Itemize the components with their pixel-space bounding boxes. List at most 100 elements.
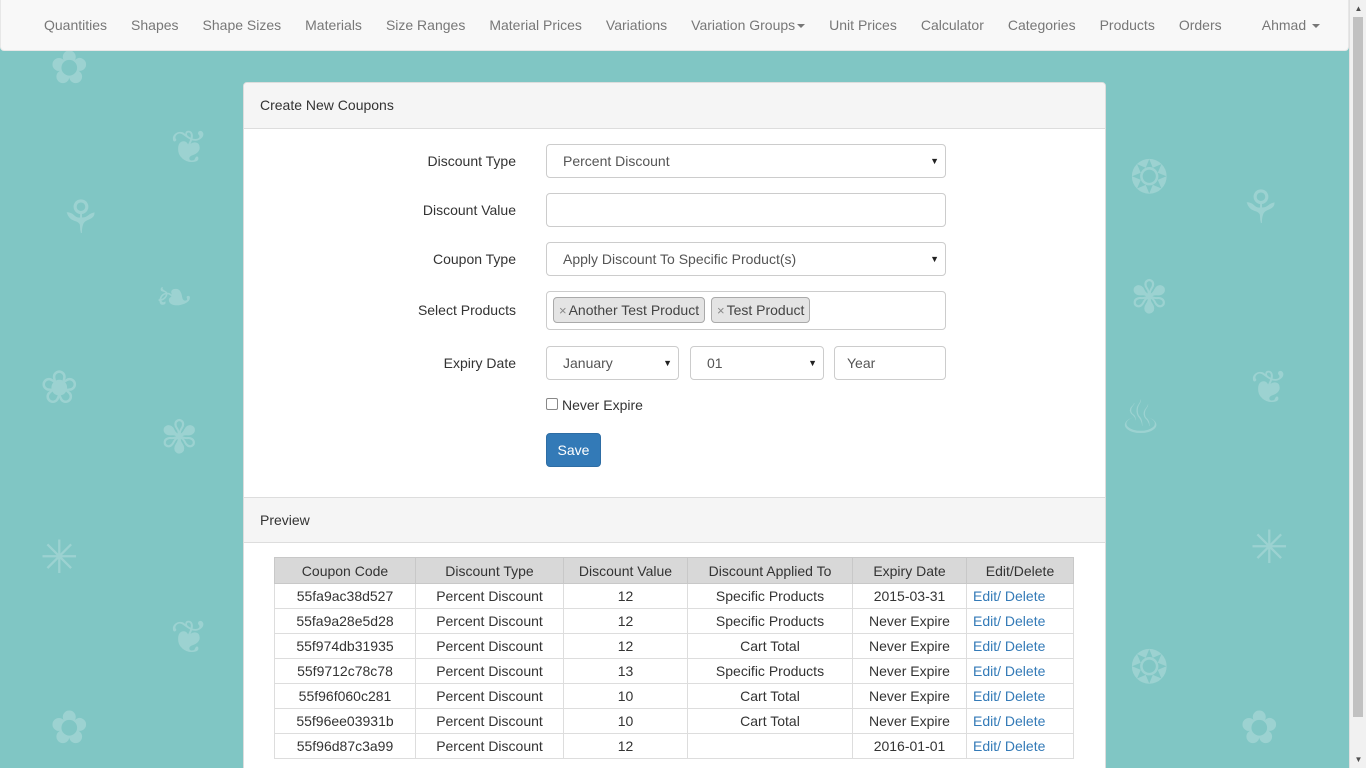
discount-type-cell: Percent Discount [415, 583, 564, 609]
delete-link[interactable]: Delete [1005, 588, 1045, 604]
preview-title: Preview [244, 497, 1105, 543]
discount-value-cell: 10 [563, 708, 688, 734]
nav-item-orders[interactable]: Orders [1167, 0, 1234, 51]
remove-tag-icon[interactable]: × [717, 303, 725, 318]
delete-link[interactable]: Delete [1005, 688, 1045, 704]
nav-item-quantities[interactable]: Quantities [32, 0, 119, 51]
nav-item-calculator[interactable]: Calculator [909, 0, 996, 51]
dropdown-arrow-icon: ▼ [930, 254, 939, 264]
never-expire-checkbox[interactable] [546, 398, 558, 411]
pattern-icon: ❦ [170, 120, 209, 174]
expiry-date-cell: 2016-01-01 [852, 733, 967, 759]
delete-link[interactable]: Delete [1005, 663, 1045, 679]
table-row: 55f974db31935 Percent Discount 12 Cart T… [274, 633, 1074, 659]
coupon-type-row: Coupon Type Apply Discount To Specific P… [244, 242, 1105, 276]
actions-cell: Edit/ Delete [966, 608, 1074, 634]
discount-type-cell: Percent Discount [415, 658, 564, 684]
expiry-day-select[interactable]: 01 ▼ [690, 346, 824, 380]
nav-item-shape-sizes[interactable]: Shape Sizes [191, 0, 294, 51]
pattern-icon: ⚘ [60, 190, 102, 244]
nav-item-variations[interactable]: Variations [594, 0, 679, 51]
pattern-icon: ✾ [160, 410, 199, 464]
dropdown-arrow-icon: ▼ [663, 358, 672, 368]
edit-link[interactable]: Edit/ [973, 613, 1001, 629]
pattern-icon: ♨ [1120, 390, 1162, 444]
discount-value-cell: 12 [563, 583, 688, 609]
coupons-table-wrapper: Coupon Code Discount Type Discount Value… [274, 557, 1074, 759]
edit-link[interactable]: Edit/ [973, 713, 1001, 729]
expiry-year-input[interactable]: Year [834, 346, 946, 380]
coupon-type-select[interactable]: Apply Discount To Specific Product(s) ▼ [546, 242, 946, 276]
nav-menu: Quantities Shapes Shape Sizes Materials … [32, 0, 1234, 51]
nav-item-label: Variation Groups [691, 17, 796, 33]
column-header-edit-delete: Edit/Delete [966, 557, 1074, 584]
pattern-icon: ✾ [1130, 270, 1169, 324]
delete-link[interactable]: Delete [1005, 638, 1045, 654]
nav-item-size-ranges[interactable]: Size Ranges [374, 0, 477, 51]
user-name: Ahmad [1261, 17, 1307, 33]
delete-link[interactable]: Delete [1005, 613, 1045, 629]
nav-item-variation-groups[interactable]: Variation Groups [679, 0, 817, 51]
applied-to-cell: Specific Products [687, 608, 853, 634]
expiry-month-value: January [563, 355, 613, 371]
expiry-date-row: Expiry Date January ▼ 01 ▼ Year [244, 346, 1105, 380]
coupon-code-cell: 55fa9a28e5d28 [274, 608, 416, 634]
actions-cell: Edit/ Delete [966, 708, 1074, 734]
edit-link[interactable]: Edit/ [973, 588, 1001, 604]
nav-item-categories[interactable]: Categories [996, 0, 1088, 51]
select-products-row: Select Products × Another Test Product × T… [244, 291, 1105, 330]
save-button[interactable]: Save [546, 433, 601, 467]
scroll-down-arrow-icon[interactable]: ▼ [1350, 751, 1366, 768]
remove-tag-icon[interactable]: × [559, 303, 567, 318]
pattern-icon: ❦ [170, 610, 209, 664]
never-expire-row: Never Expire [546, 397, 643, 417]
edit-link[interactable]: Edit/ [973, 663, 1001, 679]
expiry-month-select[interactable]: January ▼ [546, 346, 679, 380]
scroll-up-arrow-icon[interactable]: ▲ [1350, 0, 1366, 17]
product-tag: × Another Test Product [553, 297, 706, 323]
expiry-date-cell: Never Expire [852, 658, 967, 684]
select-products-multiselect[interactable]: × Another Test Product × Test Product [546, 291, 946, 330]
select-products-label: Select Products [417, 302, 516, 318]
actions-cell: Edit/ Delete [966, 733, 1074, 759]
never-expire-label: Never Expire [562, 397, 643, 413]
nav-item-materials[interactable]: Materials [293, 0, 374, 51]
edit-link[interactable]: Edit/ [973, 638, 1001, 654]
pattern-icon: ❂ [1130, 640, 1169, 694]
applied-to-cell: Cart Total [687, 633, 853, 659]
product-tag: × Test Product [710, 297, 811, 323]
discount-value-cell: 12 [563, 733, 688, 759]
dropdown-arrow-icon: ▼ [808, 358, 817, 368]
nav-item-products[interactable]: Products [1088, 0, 1167, 51]
expiry-date-cell: Never Expire [852, 708, 967, 734]
nav-item-unit-prices[interactable]: Unit Prices [817, 0, 909, 51]
discount-type-label: Discount Type [427, 153, 516, 169]
top-navbar: Quantities Shapes Shape Sizes Materials … [0, 0, 1349, 51]
pattern-icon: ✳ [1250, 520, 1289, 574]
pattern-icon: ✿ [1240, 700, 1279, 754]
page-scrollbar[interactable]: ▲ ▼ [1349, 0, 1366, 768]
delete-link[interactable]: Delete [1005, 738, 1045, 754]
coupon-type-value: Apply Discount To Specific Product(s) [563, 251, 797, 267]
coupon-code-cell: 55f96ee03931b [274, 708, 416, 734]
nav-item-shapes[interactable]: Shapes [119, 0, 190, 51]
discount-value-cell: 12 [563, 608, 688, 634]
discount-value-input[interactable] [546, 193, 946, 227]
discount-type-select[interactable]: Percent Discount ▼ [546, 144, 946, 178]
pattern-icon: ⚘ [1240, 180, 1282, 234]
applied-to-cell: Cart Total [687, 683, 853, 709]
edit-link[interactable]: Edit/ [973, 688, 1001, 704]
actions-cell: Edit/ Delete [966, 683, 1074, 709]
delete-link[interactable]: Delete [1005, 713, 1045, 729]
coupon-code-cell: 55f96d87c3a99 [274, 733, 416, 759]
user-menu[interactable]: Ahmad [1250, 0, 1332, 51]
edit-link[interactable]: Edit/ [973, 738, 1001, 754]
scrollbar-thumb[interactable] [1353, 17, 1363, 717]
pattern-icon: ❦ [1250, 360, 1289, 414]
applied-to-cell: Specific Products [687, 583, 853, 609]
nav-item-material-prices[interactable]: Material Prices [477, 0, 594, 51]
expiry-date-label: Expiry Date [443, 355, 516, 371]
product-tag-label: Another Test Product [568, 302, 700, 318]
caret-down-icon [1312, 24, 1320, 29]
discount-type-row: Discount Type Percent Discount ▼ [244, 144, 1105, 178]
